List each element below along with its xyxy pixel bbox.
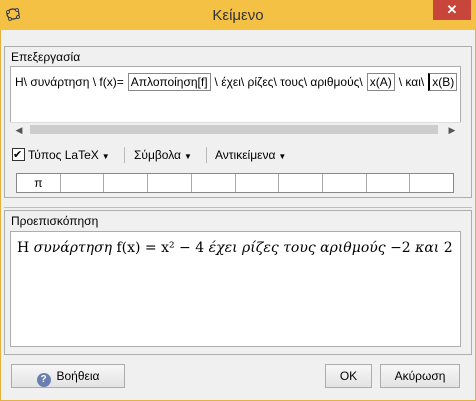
symbol-cell[interactable] xyxy=(104,174,149,192)
ok-button[interactable]: OK xyxy=(325,364,372,388)
symbol-cell[interactable] xyxy=(192,174,236,192)
dynamic-object-chip[interactable]: Απλοποίηση[f] xyxy=(127,73,211,91)
symbol-cell[interactable] xyxy=(236,174,280,192)
symbol-cell[interactable] xyxy=(61,174,105,192)
scroll-left-icon[interactable]: ◀ xyxy=(12,124,26,136)
title-bar: Κείμενο ✕ xyxy=(0,0,476,30)
objects-dropdown[interactable]: Αντικείμενα ▼ xyxy=(215,146,286,164)
toolbar-separator xyxy=(124,147,125,163)
scroll-right-icon[interactable]: ▶ xyxy=(445,124,459,136)
symbols-label: Σύμβολα xyxy=(134,148,181,162)
symbol-cell[interactable] xyxy=(323,174,367,192)
symbols-dropdown[interactable]: Σύμβολα ▼ xyxy=(134,146,192,164)
preview-fragment: 2 xyxy=(439,240,453,256)
editor-line[interactable]: Η\ συνάρτηση \ f(x)= Απλοποίηση[f] \ έχει\… xyxy=(15,73,461,91)
symbol-cell[interactable] xyxy=(148,174,192,192)
editor-text: \ και\ xyxy=(398,75,425,89)
symbol-cell[interactable] xyxy=(367,174,411,192)
preview-pane: Η συνάρτηση f(x) = x² − 4 έχει ρίζες του… xyxy=(10,231,461,347)
cancel-button[interactable]: Ακύρωση xyxy=(380,364,460,388)
toolbar-separator xyxy=(206,147,207,163)
preview-section-label: Προεπισκόπηση xyxy=(11,214,99,228)
chevron-down-icon: ▼ xyxy=(278,152,287,161)
editor-text: Η\ συνάρτηση \ f(x)= xyxy=(15,75,124,89)
editor-text: \ έχει\ ρίζες\ τους\ αριθμούς\ xyxy=(214,75,363,89)
preview-fragment: Η xyxy=(17,240,34,256)
preview-fragment: −2 xyxy=(385,240,416,256)
preview-fragment: συνάρτηση xyxy=(33,240,113,256)
preview-text: Η συνάρτηση f(x) = x² − 4 έχει ρίζες του… xyxy=(17,240,453,256)
chevron-down-icon: ▼ xyxy=(101,152,110,161)
symbol-palette: π xyxy=(16,173,454,193)
latex-checkbox[interactable] xyxy=(12,146,25,164)
symbol-cell[interactable] xyxy=(279,174,323,192)
latex-toggle[interactable]: Τύπος LaTeX▼ xyxy=(12,146,110,164)
chevron-down-icon: ▼ xyxy=(184,152,192,161)
section-divider xyxy=(4,207,472,208)
latex-label: Τύπος LaTeX xyxy=(28,148,99,162)
window-title: Κείμενο xyxy=(212,7,264,24)
editor-scrollbar[interactable]: ◀ ▶ xyxy=(10,122,461,137)
preview-fragment: και xyxy=(415,240,440,256)
preview-fragment: f(x) = x² − 4 xyxy=(112,240,209,256)
dynamic-object-chip[interactable]: x(A) xyxy=(366,73,395,91)
help-button[interactable]: ? Βοήθεια xyxy=(11,364,125,388)
dynamic-object-chip[interactable]: x(B) xyxy=(428,73,458,91)
objects-label: Αντικείμενα xyxy=(215,148,276,162)
help-icon: ? xyxy=(36,373,51,387)
close-button[interactable]: ✕ xyxy=(433,0,471,20)
edit-section-label: Επεξεργασία xyxy=(11,50,81,64)
help-label: Βοήθεια xyxy=(56,369,100,383)
scroll-thumb[interactable] xyxy=(30,125,438,134)
symbol-cell[interactable]: π xyxy=(17,174,61,192)
preview-fragment: έχει ρίζες τους αριθμούς xyxy=(208,240,386,256)
editor-toolbar: Τύπος LaTeX▼ Σύμβολα▼ Αντικείμενα▼ xyxy=(10,146,461,164)
symbol-cell[interactable] xyxy=(410,174,453,192)
